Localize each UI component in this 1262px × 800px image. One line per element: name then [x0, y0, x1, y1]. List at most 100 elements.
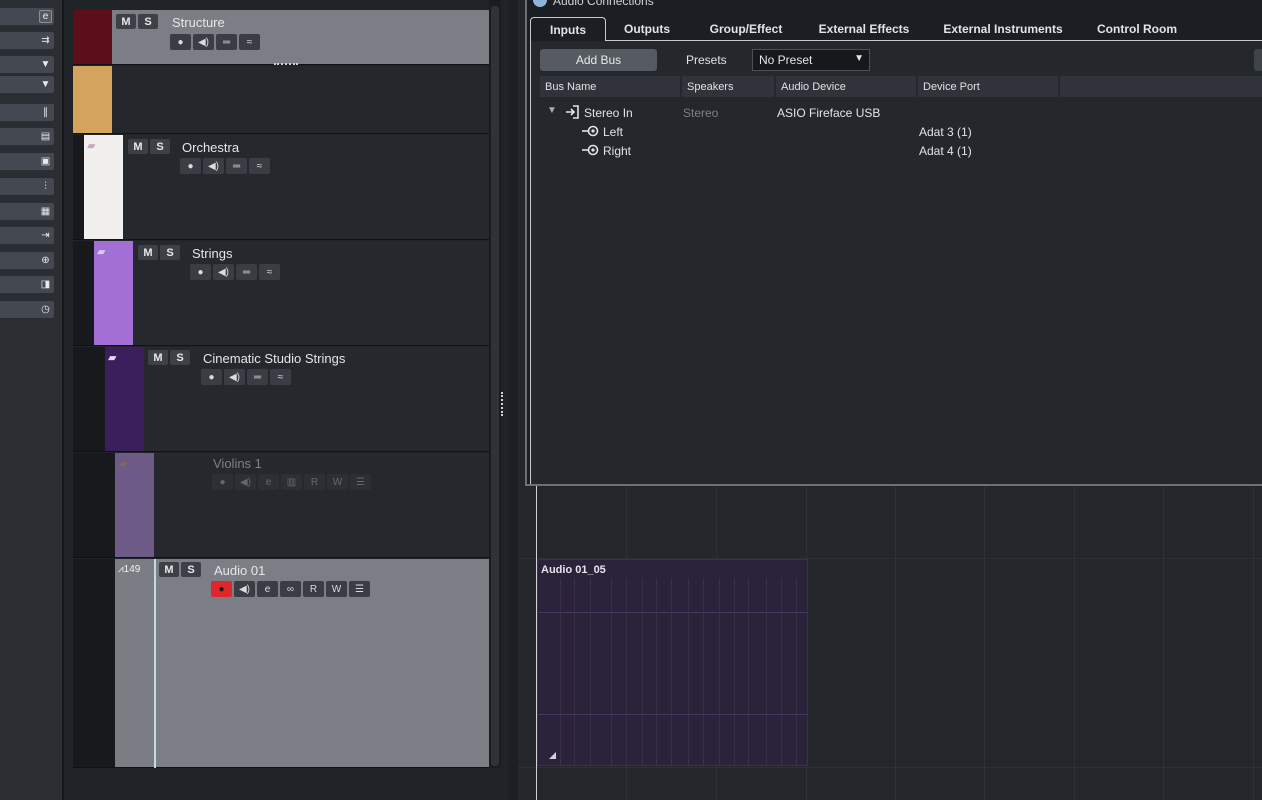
folder-icon[interactable]: ▰: [108, 351, 116, 364]
monitor-icon[interactable]: ◀): [213, 264, 234, 280]
monitor-icon[interactable]: ◀): [203, 158, 224, 174]
edit-icon[interactable]: e: [257, 581, 278, 597]
device-port[interactable]: Adat 4 (1): [919, 144, 972, 158]
automation-icon[interactable]: ≈: [259, 264, 280, 280]
mute-button[interactable]: M: [138, 245, 158, 260]
record-enable-icon[interactable]: ●: [170, 34, 191, 50]
audio-event[interactable]: Audio 01_05: [537, 559, 808, 766]
device-port[interactable]: Adat 3 (1): [919, 125, 972, 139]
monitor-icon[interactable]: ◀): [234, 581, 255, 597]
track-color-swatch[interactable]: [115, 559, 154, 767]
automation-icon[interactable]: ≈: [270, 369, 291, 385]
write-automation-button[interactable]: W: [327, 474, 348, 490]
record-enable-icon[interactable]: ●: [190, 264, 211, 280]
inspector-row[interactable]: ◷: [0, 301, 54, 318]
clock-icon[interactable]: ◷: [39, 303, 52, 316]
track-name[interactable]: Cinematic Studio Strings: [203, 351, 345, 366]
edit-icon[interactable]: e: [39, 10, 52, 23]
inspector-row[interactable]: ⇥: [0, 227, 54, 244]
list-icon[interactable]: ☰: [350, 474, 371, 490]
table-row[interactable]: ▼ Stereo In Stereo ASIO Fireface USB: [540, 104, 1262, 123]
solo-button[interactable]: S: [170, 350, 190, 365]
inspector-row[interactable]: ▦: [0, 203, 54, 220]
solo-button[interactable]: S: [160, 245, 180, 260]
column-speakers[interactable]: Speakers: [682, 76, 774, 97]
table-row[interactable]: Left Adat 3 (1): [540, 123, 1262, 142]
inspector-row[interactable]: ◨: [0, 276, 54, 293]
track-name[interactable]: Violins 1: [213, 456, 262, 471]
track-color-swatch[interactable]: [73, 66, 112, 133]
resize-handle[interactable]: [274, 63, 298, 67]
add-bus-button[interactable]: Add Bus: [540, 49, 657, 71]
write-automation-button[interactable]: W: [326, 581, 347, 597]
inspector-row[interactable]: ▣: [0, 153, 54, 170]
tab-inputs[interactable]: Inputs: [530, 17, 606, 42]
inspector-row[interactable]: ⫶: [0, 178, 54, 195]
track-name[interactable]: Strings: [192, 246, 232, 261]
keyboard-icon[interactable]: ▥: [281, 474, 302, 490]
inspector-row[interactable]: ∥: [0, 104, 54, 121]
track-name[interactable]: Audio 01: [214, 563, 265, 578]
monitor-icon[interactable]: ◀): [224, 369, 245, 385]
list-icon[interactable]: ☰: [349, 581, 370, 597]
table-row[interactable]: Right Adat 4 (1): [540, 142, 1262, 161]
record-enable-icon[interactable]: ●: [180, 158, 201, 174]
track-name[interactable]: Orchestra: [182, 140, 239, 155]
mute-button[interactable]: M: [159, 562, 179, 577]
mute-button[interactable]: M: [148, 350, 168, 365]
solo-button[interactable]: S: [150, 139, 170, 154]
channel-icon[interactable]: ◨: [39, 278, 52, 291]
record-enable-icon[interactable]: ●: [201, 369, 222, 385]
dialog-title-bar[interactable]: Audio Connections: [527, 0, 1262, 8]
track-violins-1[interactable]: ▰ Violins 1 ● ◀) e ▥ R W ☰: [73, 453, 489, 558]
automation-icon[interactable]: ≈: [239, 34, 260, 50]
inspector-row[interactable]: e: [0, 8, 54, 25]
inspector-row[interactable]: ⇉: [0, 32, 54, 49]
folder-icon[interactable]: ▰: [97, 245, 105, 258]
inspector-dropdown[interactable]: ▼: [0, 76, 54, 93]
read-automation-button[interactable]: R: [304, 474, 325, 490]
lanes-icon[interactable]: ═: [247, 369, 268, 385]
mute-button[interactable]: M: [116, 14, 136, 29]
track-cinematic-studio-strings[interactable]: ▰ M S Cinematic Studio Strings ● ◀) ═ ≈: [73, 347, 489, 452]
track-list-scrollbar[interactable]: [489, 0, 501, 768]
record-enable-icon[interactable]: ●: [212, 474, 233, 490]
track-audio-01[interactable]: ⩘149 M S Audio 01 ● ◀) e ∞ R W ☰: [73, 559, 489, 768]
routing-icon[interactable]: ⇉: [39, 34, 52, 47]
lanes-icon[interactable]: ═: [236, 264, 257, 280]
track-name[interactable]: Structure: [172, 15, 225, 30]
eq-icon[interactable]: ⫶: [39, 180, 52, 193]
lanes-icon[interactable]: ═: [216, 34, 237, 50]
track-structure[interactable]: M S Structure ● ◀) ═ ≈: [73, 10, 489, 65]
column-bus-name[interactable]: Bus Name: [540, 76, 680, 97]
column-audio-device[interactable]: Audio Device: [776, 76, 916, 97]
bus-speakers[interactable]: Stereo: [683, 106, 718, 120]
inspector-row[interactable]: ▤: [0, 128, 54, 145]
dropdown-arrow-icon[interactable]: ▼: [39, 78, 52, 91]
inspector-dropdown[interactable]: ▼: [0, 56, 54, 73]
inspector-row[interactable]: ⊕: [0, 252, 54, 269]
fader-icon[interactable]: ⊕: [39, 254, 52, 267]
monitor-icon[interactable]: ◀): [235, 474, 256, 490]
panel-icon[interactable]: ▤: [39, 130, 52, 143]
solo-button[interactable]: S: [138, 14, 158, 29]
track-strings[interactable]: ▰ M S Strings ● ◀) ═ ≈: [73, 241, 489, 346]
column-device-port[interactable]: Device Port: [918, 76, 1058, 97]
tab-control-room[interactable]: Control Room: [1086, 17, 1188, 41]
resize-handle-icon[interactable]: [549, 752, 556, 759]
scrollbar-thumb[interactable]: [491, 6, 499, 766]
track-unnamed[interactable]: [73, 63, 489, 134]
splitter-handle[interactable]: [501, 392, 505, 416]
solo-button[interactable]: S: [181, 562, 201, 577]
link-icon[interactable]: ∞: [280, 581, 301, 597]
tab-group-effect[interactable]: Group/Effect: [698, 17, 794, 41]
read-automation-button[interactable]: R: [303, 581, 324, 597]
preset-select[interactable]: No Preset ▼: [752, 49, 870, 71]
track-orchestra[interactable]: ▰ M S Orchestra ● ◀) ═ ≈: [73, 135, 489, 240]
edit-icon[interactable]: e: [258, 474, 279, 490]
tab-external-effects[interactable]: External Effects: [810, 17, 918, 41]
lanes-icon[interactable]: ═: [226, 158, 247, 174]
tab-outputs[interactable]: Outputs: [610, 17, 684, 41]
tab-external-instruments[interactable]: External Instruments: [935, 17, 1071, 41]
dropdown-arrow-icon[interactable]: ▼: [39, 58, 52, 71]
